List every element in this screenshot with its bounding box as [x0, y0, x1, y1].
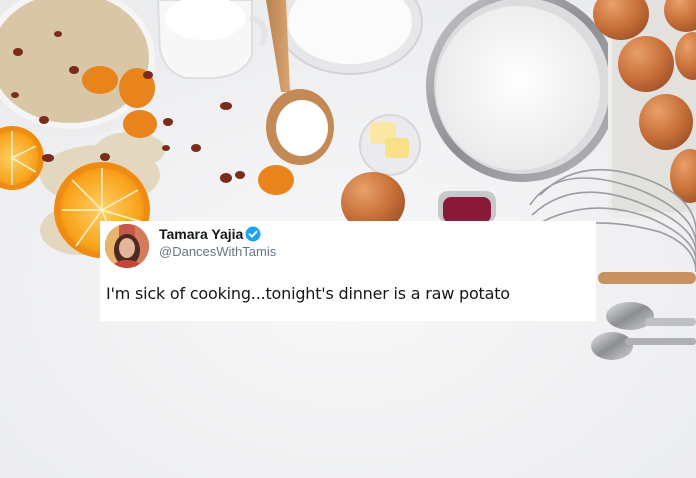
tweet-card: Tamara Yajia @DancesWithTamis I'm sick o…: [100, 221, 596, 321]
verified-badge-icon: [245, 226, 261, 242]
whisk-handle: [598, 272, 696, 284]
avatar-photo: [105, 224, 149, 268]
butter-bowl: [359, 114, 421, 176]
jam-jar: [438, 191, 496, 223]
user-handle[interactable]: @DancesWithTamis: [159, 244, 276, 260]
tweet-text: I'm sick of cooking...tonight's dinner i…: [106, 284, 510, 303]
avatar[interactable]: [105, 224, 149, 268]
display-name[interactable]: Tamara Yajia: [159, 226, 243, 242]
